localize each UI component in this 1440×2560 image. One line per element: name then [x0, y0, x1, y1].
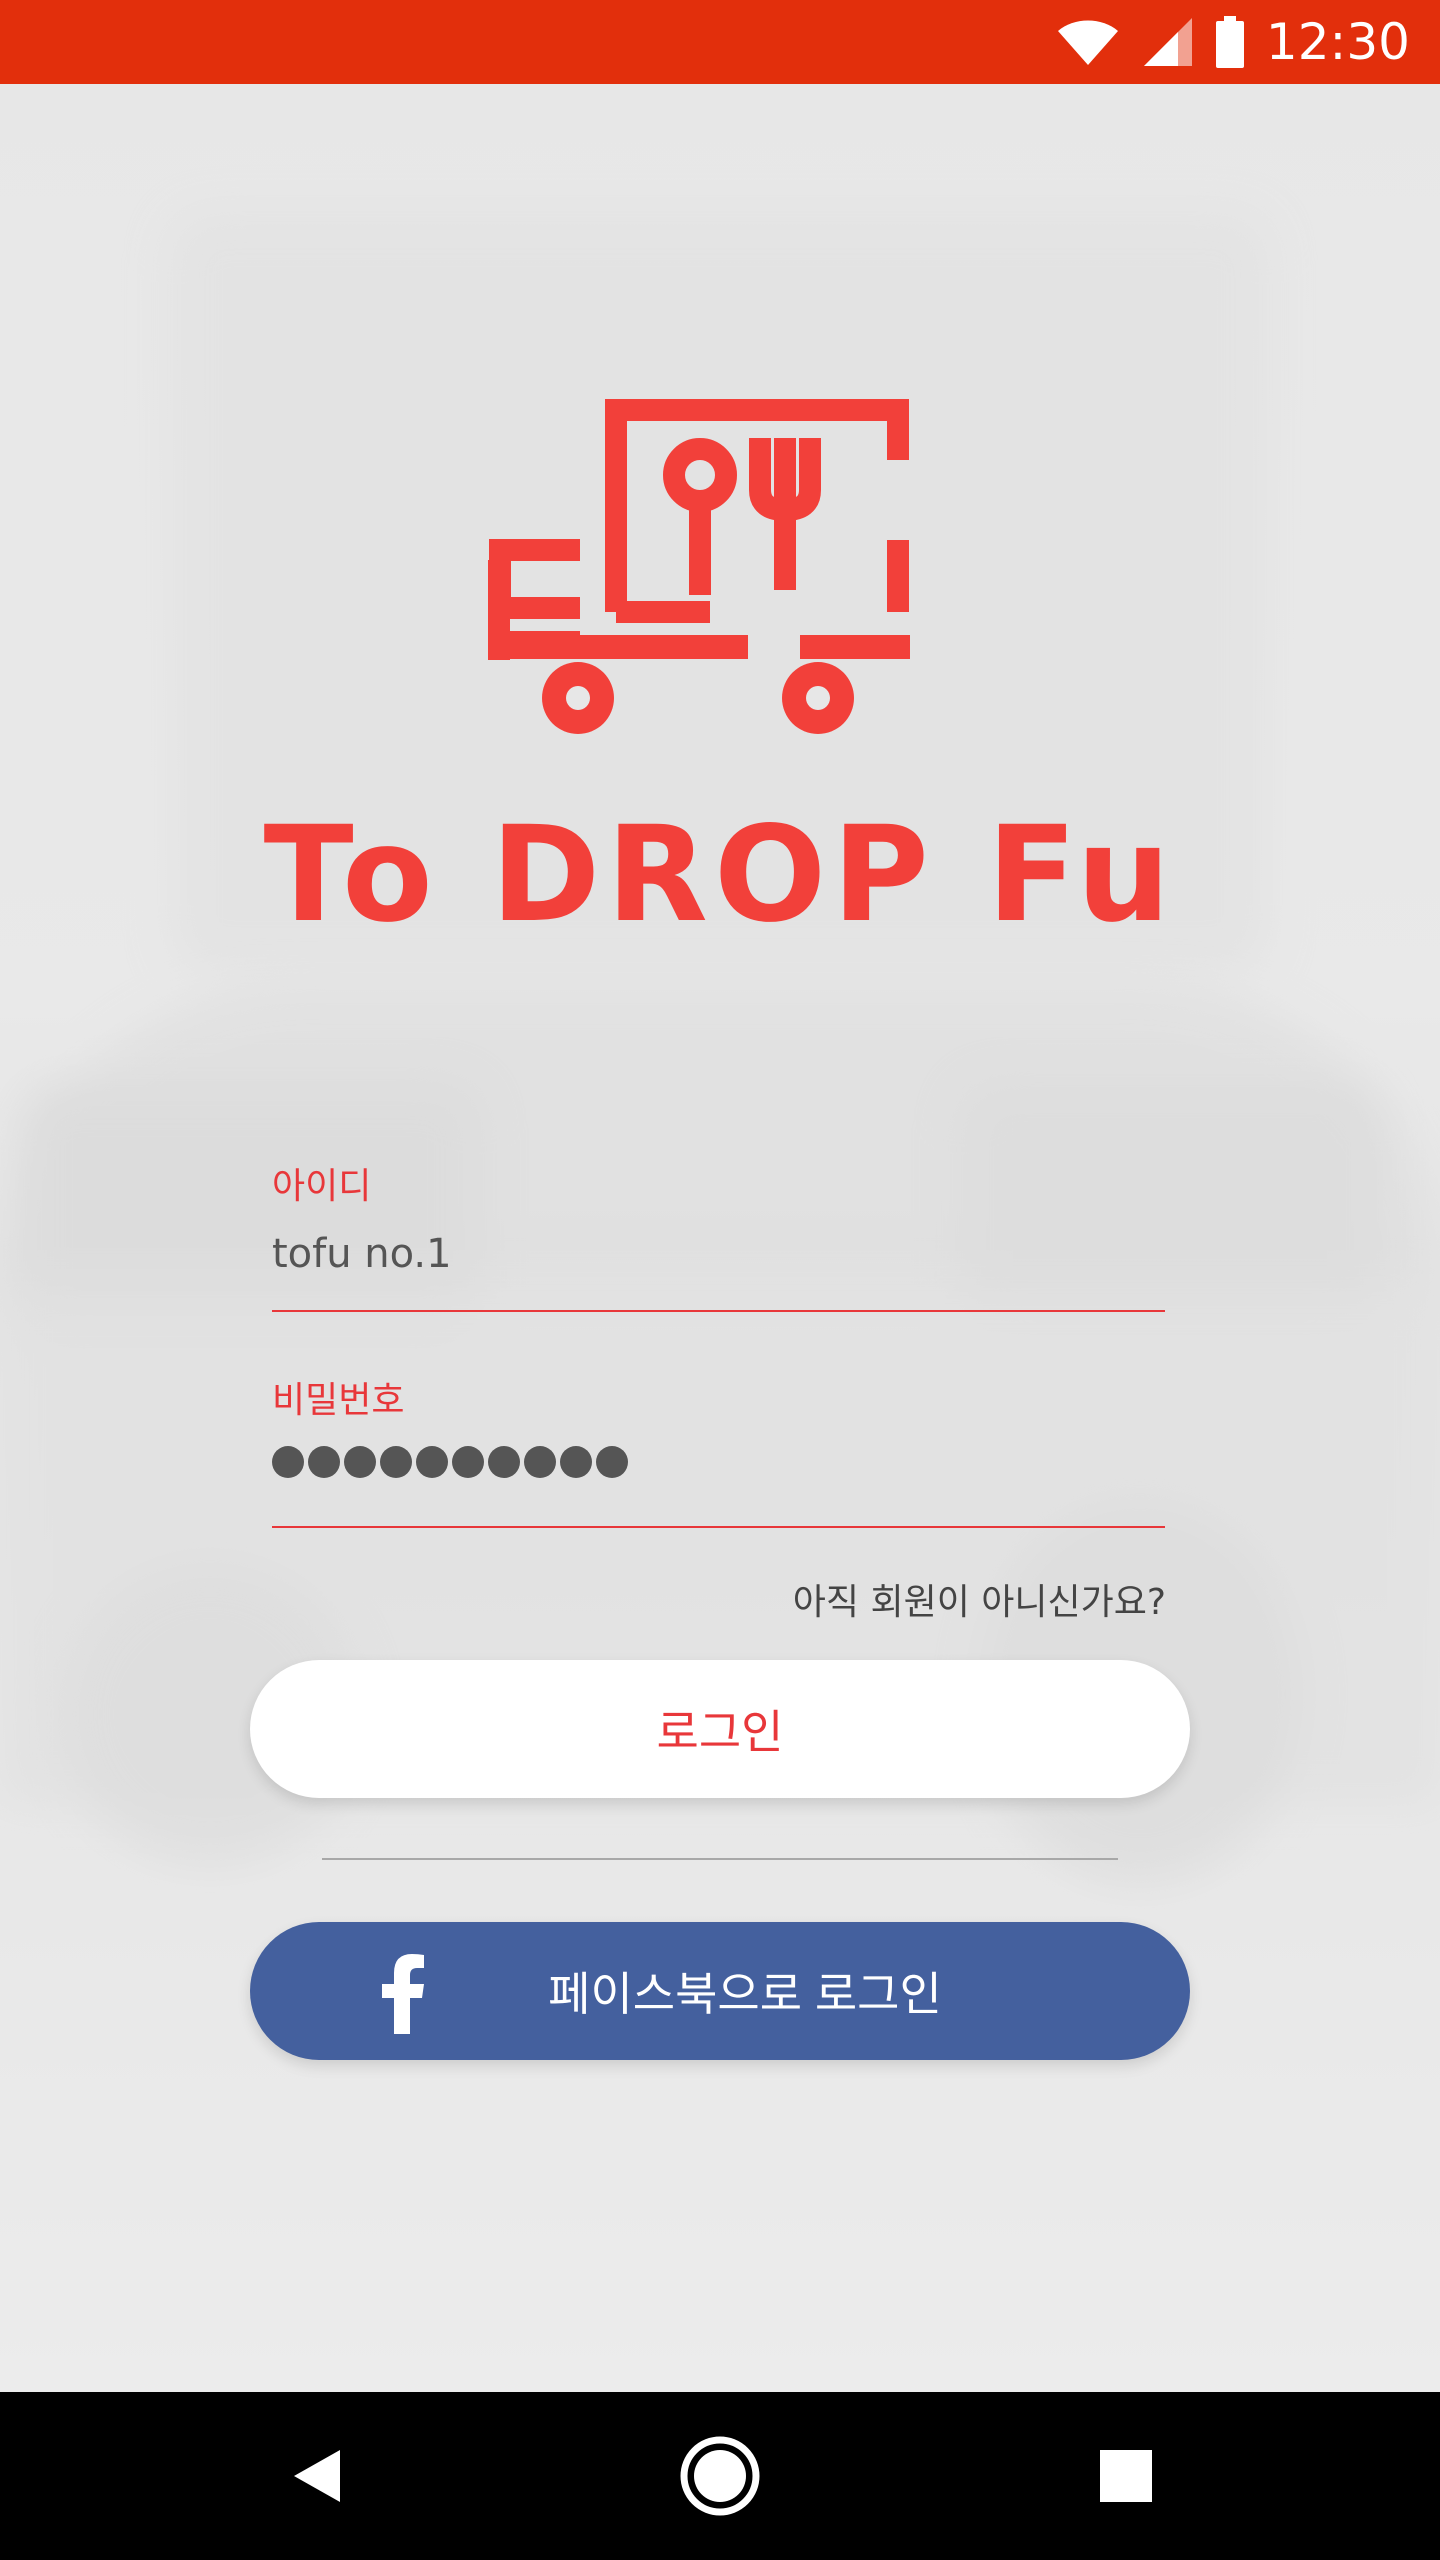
- password-field[interactable]: 비밀번호: [272, 1376, 1165, 1528]
- login-button[interactable]: 로그인: [250, 1660, 1190, 1798]
- id-field[interactable]: 아이디 tofu no.1: [272, 1162, 1165, 1312]
- facebook-icon: [382, 1954, 424, 2034]
- recent-apps-icon[interactable]: [1076, 2426, 1176, 2526]
- facebook-login-label: 페이스북으로 로그인: [548, 1968, 942, 2020]
- id-label: 아이디: [272, 1166, 372, 1207]
- food-truck-icon: [460, 380, 980, 750]
- password-mask-dot: [524, 1446, 556, 1478]
- password-mask-dot: [596, 1446, 628, 1478]
- wifi-icon: [1057, 20, 1118, 65]
- signup-link[interactable]: 아직 회원이 아니신가요?: [793, 1578, 1166, 1628]
- navigation-bar: [0, 2392, 1440, 2560]
- password-mask-dot: [560, 1446, 592, 1478]
- password-mask-dot: [308, 1446, 340, 1478]
- facebook-login-button[interactable]: 페이스북으로 로그인: [250, 1922, 1190, 2060]
- signal-icon: [1143, 18, 1192, 66]
- status-bar: 12:30: [0, 0, 1440, 84]
- back-icon[interactable]: [268, 2426, 368, 2526]
- password-input[interactable]: [272, 1446, 1165, 1478]
- app-wordmark: To DROP Fu: [263, 798, 1177, 952]
- password-label: 비밀번호: [272, 1380, 405, 1421]
- password-mask-dot: [452, 1446, 484, 1478]
- password-underline: [272, 1526, 1165, 1528]
- id-underline: [272, 1310, 1165, 1312]
- password-mask-dot: [416, 1446, 448, 1478]
- id-input[interactable]: tofu no.1: [272, 1226, 1165, 1286]
- divider: [322, 1858, 1118, 1860]
- status-time: 12:30: [1265, 13, 1410, 71]
- password-mask-dot: [380, 1446, 412, 1478]
- password-mask-dot: [344, 1446, 376, 1478]
- password-mask-dot: [272, 1446, 304, 1478]
- battery-icon: [1215, 16, 1244, 68]
- password-mask-dot: [488, 1446, 520, 1478]
- home-icon[interactable]: [670, 2426, 770, 2526]
